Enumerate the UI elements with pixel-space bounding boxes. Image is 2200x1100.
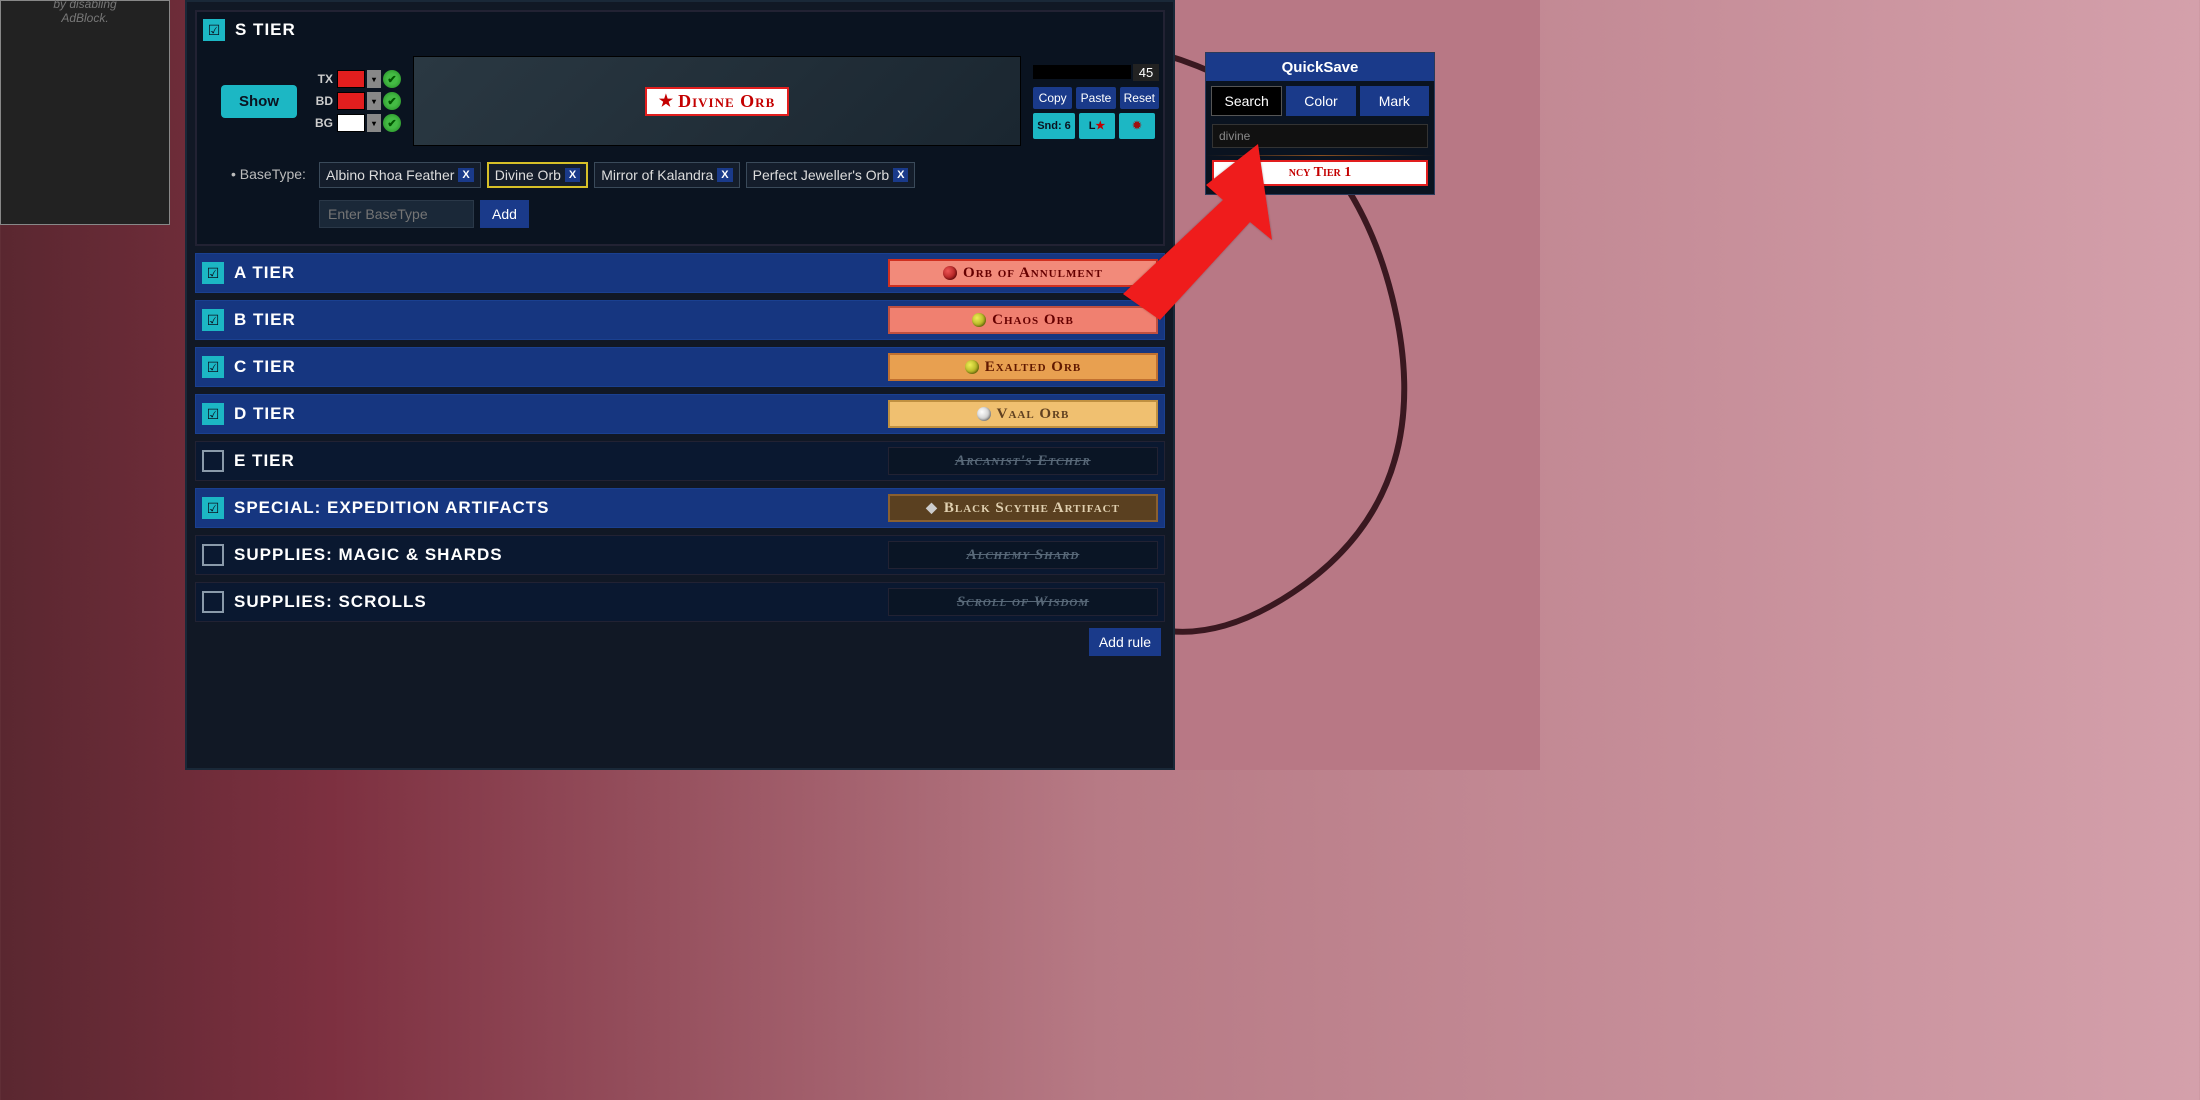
paste-button[interactable]: Paste [1076, 87, 1115, 109]
dot-icon [965, 360, 979, 374]
s-tier-title: S TIER [235, 20, 296, 40]
text-color-dropdown[interactable]: ▾ [367, 70, 381, 88]
preview-item-label: ★ Divine Orb [645, 87, 789, 116]
adblock-text-2: AdBlock. [15, 11, 155, 25]
minimap-icon-button[interactable]: ✹ [1119, 113, 1155, 139]
tier-preview-chip: Chaos Orb [888, 306, 1158, 334]
basetype-tags: Albino Rhoa FeatherXDivine OrbXMirror of… [319, 162, 1151, 228]
tier-checkbox[interactable]: ▢ [202, 591, 224, 613]
bg-color-label: BG [309, 116, 333, 130]
remove-tag-icon[interactable]: X [565, 168, 580, 182]
bg-color-apply-icon[interactable]: ✔ [383, 114, 401, 132]
border-color-swatch[interactable] [337, 92, 365, 110]
basetype-label: • BaseType: [231, 166, 311, 182]
tier-checkbox[interactable]: ☑ [202, 403, 224, 425]
tier-checkbox[interactable]: ☑ [202, 497, 224, 519]
tier-row[interactable]: ☑ A TIER Orb of Annulment [195, 253, 1165, 293]
tier-preview-chip: Arcanist's Etcher [888, 447, 1158, 475]
tier-title: D TIER [234, 404, 296, 424]
border-color-dropdown[interactable]: ▾ [367, 92, 381, 110]
item-preview: ★ Divine Orb [413, 56, 1021, 146]
tier-row[interactable]: ▢ SUPPLIES: MAGIC & SHARDS Alchemy Shard [195, 535, 1165, 575]
tier-checkbox[interactable]: ☑ [202, 309, 224, 331]
tier-preview-chip: Vaal Orb [888, 400, 1158, 428]
search-input[interactable] [1212, 124, 1428, 148]
tier-preview-chip: Orb of Annulment [888, 259, 1158, 287]
basetype-tag[interactable]: Divine OrbX [487, 162, 588, 188]
sound-button[interactable]: Snd: 6 [1033, 113, 1075, 139]
star-icon: ★ [659, 91, 674, 111]
preview-side-controls: 45 Copy Paste Reset Snd: 6 L ★ ✹ [1033, 64, 1163, 139]
border-color-label: BD [309, 94, 333, 108]
dot-icon [943, 266, 957, 280]
tier-row[interactable]: ▢ E TIER Arcanist's Etcher [195, 441, 1165, 481]
tier-title: SUPPLIES: MAGIC & SHARDS [234, 545, 503, 565]
text-color-apply-icon[interactable]: ✔ [383, 70, 401, 88]
tier-checkbox[interactable]: ☑ [202, 356, 224, 378]
dot-icon [977, 407, 991, 421]
tier-row[interactable]: ☑ C TIER Exalted Orb [195, 347, 1165, 387]
s-tier-checkbox[interactable]: ☑ [203, 19, 225, 41]
s-tier-section: ☑ S TIER Show TX ▾ ✔ BD ▾ ✔ BG [195, 10, 1165, 246]
tier-row[interactable]: ☑ SPECIAL: EXPEDITION ARTIFACTS ◆Black S… [195, 488, 1165, 528]
tier-row[interactable]: ☑ D TIER Vaal Orb [195, 394, 1165, 434]
text-color-swatch[interactable] [337, 70, 365, 88]
tier-title: C TIER [234, 357, 296, 377]
tier-checkbox[interactable]: ▢ [202, 450, 224, 472]
quicksave-panel: QuickSave Search Color Mark ncy Tier 1 [1205, 52, 1435, 195]
copy-button[interactable]: Copy [1033, 87, 1072, 109]
tab-color[interactable]: Color [1286, 86, 1355, 116]
remove-tag-icon[interactable]: X [893, 168, 908, 182]
tier-preview-chip: Scroll of Wisdom [888, 588, 1158, 616]
tier-preview-chip: Alchemy Shard [888, 541, 1158, 569]
diamond-icon: ◆ [926, 500, 938, 517]
font-size-slider[interactable] [1033, 65, 1131, 79]
color-config: TX ▾ ✔ BD ▾ ✔ BG ▾ ✔ [309, 70, 401, 132]
tier-rows-container: ☑ A TIER Orb of Annulment ☑ B TIER Chaos… [195, 253, 1165, 622]
tier-title: SUPPLIES: SCROLLS [234, 592, 427, 612]
s-tier-header[interactable]: ☑ S TIER [197, 12, 1163, 48]
reset-button[interactable]: Reset [1120, 87, 1159, 109]
basetype-row: • BaseType: Albino Rhoa FeatherXDivine O… [197, 154, 1163, 244]
quicksave-title: QuickSave [1206, 53, 1434, 81]
basetype-tag[interactable]: Perfect Jeweller's OrbX [746, 162, 916, 188]
tier-title: SPECIAL: EXPEDITION ARTIFACTS [234, 498, 550, 518]
add-rule-button[interactable]: Add rule [1089, 628, 1161, 656]
tab-search[interactable]: Search [1211, 86, 1282, 116]
tier-title: B TIER [234, 310, 296, 330]
tab-mark[interactable]: Mark [1360, 86, 1429, 116]
dot-icon [972, 313, 986, 327]
tier-checkbox[interactable]: ▢ [202, 544, 224, 566]
bg-color-swatch[interactable] [337, 114, 365, 132]
beam-star-button[interactable]: L ★ [1079, 113, 1115, 139]
tier-row[interactable]: ☑ B TIER Chaos Orb [195, 300, 1165, 340]
basetype-tag[interactable]: Albino Rhoa FeatherX [319, 162, 481, 188]
text-color-label: TX [309, 72, 333, 86]
tier-title: E TIER [234, 451, 295, 471]
quicksave-divider [1206, 155, 1434, 156]
tier-title: A TIER [234, 263, 295, 283]
tier-checkbox[interactable]: ☑ [202, 262, 224, 284]
basetype-tag[interactable]: Mirror of KalandraX [594, 162, 739, 188]
tier-preview-chip: ◆Black Scythe Artifact [888, 494, 1158, 522]
adblock-text-1: by disabling [15, 0, 155, 11]
font-size-value[interactable]: 45 [1133, 64, 1159, 81]
remove-tag-icon[interactable]: X [458, 168, 473, 182]
tier-preview-chip: Exalted Orb [888, 353, 1158, 381]
border-color-apply-icon[interactable]: ✔ [383, 92, 401, 110]
remove-tag-icon[interactable]: X [717, 168, 732, 182]
preview-item-text: Divine Orb [678, 91, 775, 112]
show-button[interactable]: Show [221, 85, 297, 118]
basetype-input[interactable] [319, 200, 474, 228]
tier-row[interactable]: ▢ SUPPLIES: SCROLLS Scroll of Wisdom [195, 582, 1165, 622]
adblock-notice: by disabling AdBlock. [0, 0, 170, 225]
bg-color-dropdown[interactable]: ▾ [367, 114, 381, 132]
main-panel: ☑ S TIER Show TX ▾ ✔ BD ▾ ✔ BG [185, 0, 1175, 770]
search-result[interactable]: ncy Tier 1 [1212, 160, 1428, 186]
add-basetype-button[interactable]: Add [480, 200, 529, 228]
